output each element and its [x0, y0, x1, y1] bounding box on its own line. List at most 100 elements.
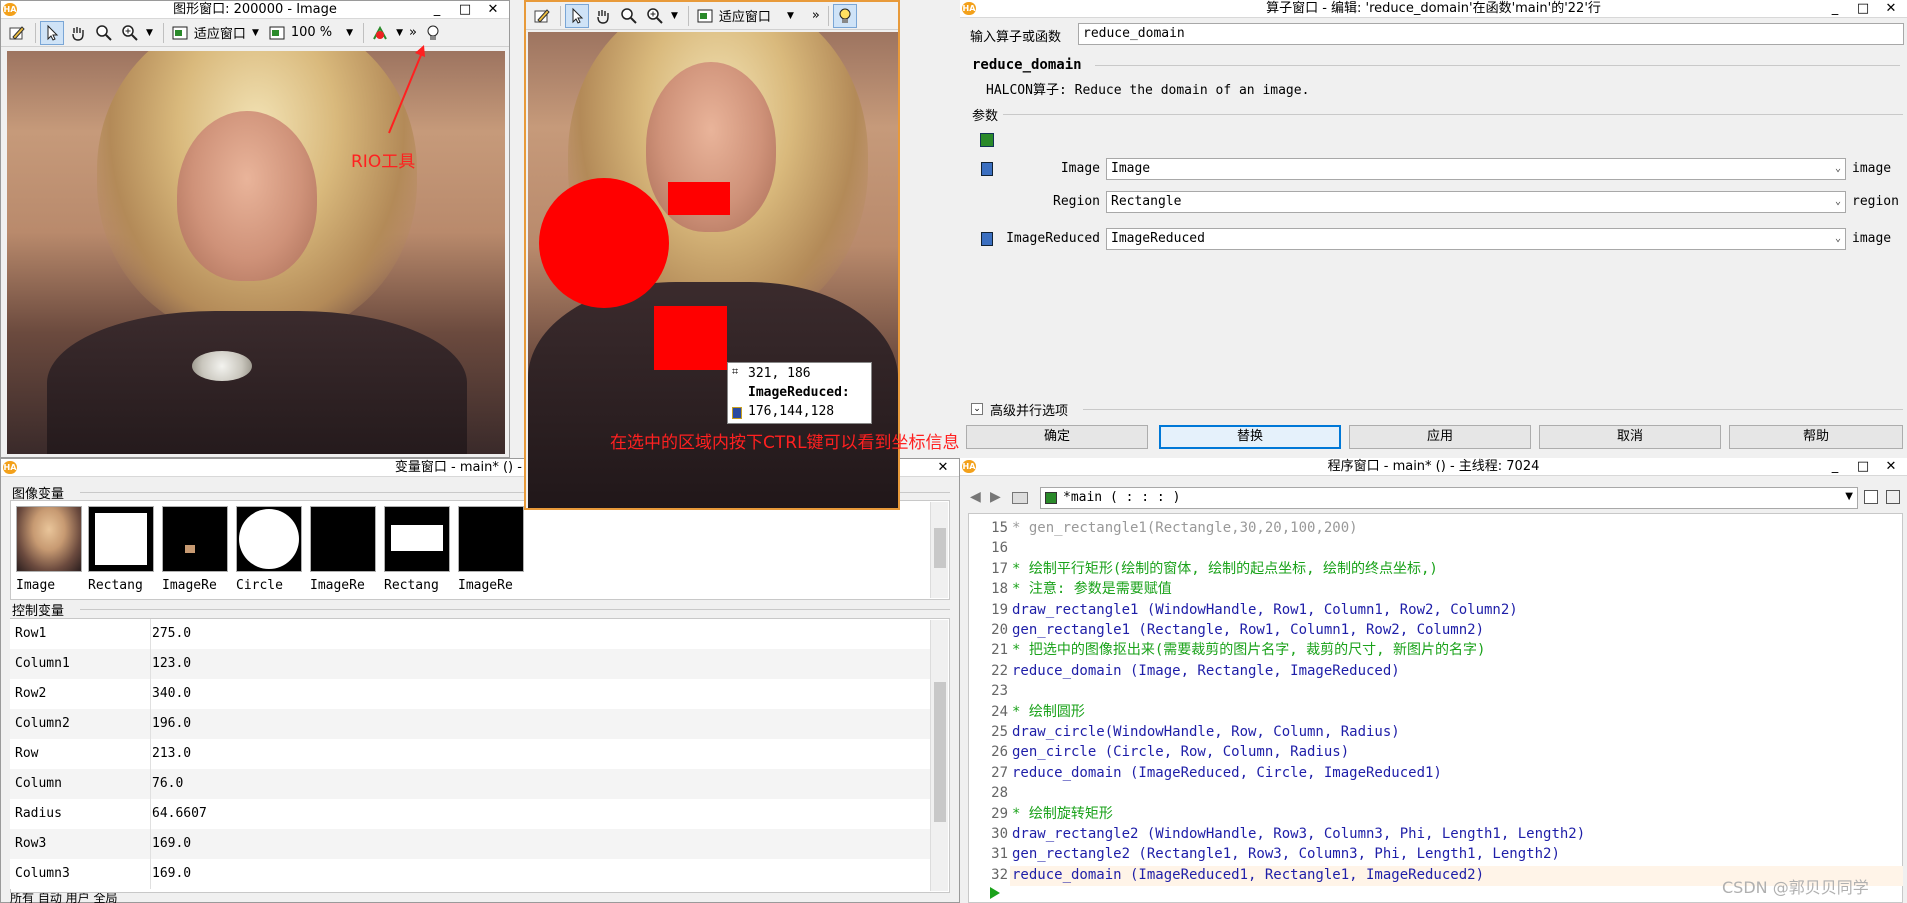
chevron-down-icon[interactable]: ▼	[346, 28, 353, 38]
code-line[interactable]: 30 draw_rectangle2 (WindowHandle, Row3, C…	[982, 824, 1585, 844]
fit-window-label[interactable]: 适应窗口	[194, 23, 246, 42]
iconic-variable-thumb[interactable]: Circle	[236, 506, 302, 596]
zoom-level-icon[interactable]	[265, 21, 289, 45]
iconic-variable-thumb[interactable]: ImageRe	[162, 506, 228, 596]
code-line[interactable]: 25 draw_circle(WindowHandle, Row, Column,…	[982, 722, 1400, 742]
parameter-value: Image	[1111, 161, 1151, 176]
code-line[interactable]: 18 * 注意: 参数是需要赋值	[982, 579, 1172, 599]
operator-input[interactable]: reduce_domain	[1078, 23, 1904, 45]
code-line[interactable]: 23	[982, 681, 1012, 701]
control-variable-row[interactable]: Row 213.0	[10, 739, 930, 769]
chevron-down-icon[interactable]: ▼	[787, 11, 794, 21]
iconic-variable-thumb[interactable]: ImageRe	[310, 506, 376, 596]
control-variable-row[interactable]: Column2 196.0	[10, 709, 930, 739]
code-text: reduce_domain (ImageReduced1, Rectangle1…	[1012, 866, 1485, 883]
code-line[interactable]: 16	[982, 538, 1012, 558]
hand-pan-icon[interactable]	[591, 4, 615, 28]
help-button[interactable]: 帮助	[1729, 425, 1903, 449]
control-variable-row[interactable]: Row2 340.0	[10, 679, 930, 709]
region-rectangle[interactable]	[654, 306, 727, 370]
lightbulb-icon[interactable]	[832, 3, 857, 28]
more-tools-icon[interactable]: »	[812, 8, 820, 23]
fit-window-icon[interactable]	[693, 4, 717, 28]
folder-icon[interactable]	[1012, 492, 1028, 504]
iconic-variable-thumb[interactable]: Rectang	[88, 506, 154, 596]
forward-arrow-icon[interactable]: ▶	[990, 489, 1001, 505]
control-variable-row[interactable]: Row3 169.0	[10, 829, 930, 859]
operator-window-titlebar[interactable]: HA 算子窗口 - 编辑: 'reduce_domain'在函数'main'的'…	[960, 0, 1907, 18]
control-variable-row[interactable]: Column 76.0	[10, 769, 930, 799]
code-line[interactable]: 24 * 绘制圆形	[982, 702, 1085, 722]
edit-pencil-icon[interactable]	[530, 4, 554, 28]
apply-button[interactable]: 应用	[1349, 425, 1531, 449]
operator-window-title: 算子窗口 - 编辑: 'reduce_domain'在函数'main'的'22'…	[1266, 1, 1601, 16]
code-line[interactable]: 27 reduce_domain (ImageReduced, Circle, I…	[982, 763, 1442, 783]
close-button[interactable]: ✕	[1877, 458, 1905, 475]
control-variable-row[interactable]: Radius 64.6607	[10, 799, 930, 829]
variable-name: Row1	[15, 626, 47, 641]
pointer-icon[interactable]	[40, 20, 64, 45]
replace-button[interactable]: 替换	[1159, 425, 1341, 449]
code-line[interactable]: 22 reduce_domain (Image, Rectangle, Image…	[982, 661, 1400, 681]
parameter-value-select[interactable]: ImageReduced ⌄	[1106, 228, 1846, 250]
control-scrollbar[interactable]	[930, 620, 948, 891]
code-line[interactable]: 20 gen_rectangle1 (Rectangle, Row1, Colum…	[982, 620, 1484, 640]
minimize-button[interactable]: _	[1821, 458, 1849, 475]
control-variable-row[interactable]: Column1 123.0	[10, 649, 930, 679]
procedure-selector[interactable]: *main ( : : : ) ▼	[1040, 487, 1858, 509]
edit-pencil-icon[interactable]	[5, 21, 29, 45]
parameter-value-select[interactable]: Image ⌄	[1106, 158, 1846, 180]
iconic-scrollbar[interactable]	[930, 502, 948, 598]
code-line[interactable]: 29 * 绘制旋转矩形	[982, 804, 1113, 824]
code-line[interactable]: 17 * 绘制平行矩形(绘制的窗体, 绘制的起点坐标, 绘制的终点坐标,)	[982, 559, 1438, 579]
thumbnail-label: Rectang	[88, 578, 143, 593]
chevron-down-icon[interactable]: ▼	[252, 28, 259, 38]
ok-button[interactable]: 确定	[966, 425, 1148, 449]
close-button[interactable]: ✕	[479, 1, 507, 18]
cancel-button[interactable]: 取消	[1539, 425, 1721, 449]
control-variable-row[interactable]: Column3 169.0	[10, 859, 930, 889]
chevron-down-icon[interactable]: ▼	[396, 28, 403, 38]
code-line[interactable]: 32 reduce_domain (ImageReduced1, Rectangl…	[982, 865, 1484, 885]
chevron-down-icon[interactable]: ▼	[146, 28, 153, 38]
code-line[interactable]: 21 * 把选中的图像抠出来(需要裁剪的图片名字, 裁剪的尺寸, 新图片的名字)	[982, 640, 1485, 660]
iconic-variable-thumb[interactable]: Rectang	[384, 506, 450, 596]
fit-window-icon[interactable]	[168, 21, 192, 45]
minimize-button[interactable]: _	[1821, 0, 1849, 17]
minimize-button[interactable]: _	[423, 1, 451, 18]
variable-window-tabs[interactable]: 所有 自动 用户 全局	[10, 893, 117, 903]
close-button[interactable]: ✕	[929, 459, 957, 476]
maximize-button[interactable]: □	[1849, 0, 1877, 17]
code-line[interactable]: 26 gen_circle (Circle, Row, Column, Radiu…	[982, 742, 1349, 762]
more-tools-icon[interactable]: »	[409, 25, 417, 40]
region-circle[interactable]	[539, 178, 669, 308]
zoom-in-icon[interactable]	[118, 21, 142, 45]
code-line[interactable]: 19 draw_rectangle1 (WindowHandle, Row1, C…	[982, 600, 1518, 620]
settings-icon[interactable]	[1886, 490, 1900, 504]
iconic-variable-thumb[interactable]: ImageRe	[458, 506, 524, 596]
zoom-in-icon[interactable]	[643, 4, 667, 28]
parameter-value-select[interactable]: Rectangle ⌄	[1106, 191, 1846, 213]
maximize-button[interactable]: □	[451, 1, 479, 18]
control-variable-row[interactable]: Row1 275.0	[10, 619, 930, 649]
magnifier-icon[interactable]	[617, 4, 641, 28]
pointer-icon[interactable]	[565, 3, 589, 28]
program-window-title: 程序窗口 - main* () - 主线程: 7024	[1327, 459, 1540, 474]
advanced-checkbox[interactable]: ⌄	[971, 403, 983, 415]
program-window-titlebar[interactable]: HA 程序窗口 - main* () - 主线程: 7024 _ □ ✕	[960, 458, 1907, 476]
region-rectangle-small[interactable]	[668, 182, 730, 215]
back-arrow-icon[interactable]: ◀	[970, 489, 981, 505]
close-button[interactable]: ✕	[1877, 0, 1905, 17]
iconic-variable-thumb[interactable]: Image	[16, 506, 82, 596]
code-line[interactable]: 15 * gen_rectangle1(Rectangle,30,20,100,2…	[982, 518, 1357, 538]
chevron-down-icon[interactable]: ▼	[671, 11, 678, 21]
hand-pan-icon[interactable]	[66, 21, 90, 45]
code-line[interactable]: 28	[982, 783, 1012, 803]
maximize-button[interactable]: □	[1849, 458, 1877, 475]
magnifier-icon[interactable]	[92, 21, 116, 45]
zoom-level-label[interactable]: 100 %	[291, 25, 332, 40]
copy-icon[interactable]	[1864, 490, 1878, 504]
code-line[interactable]: 31 gen_rectangle2 (Rectangle1, Row3, Colu…	[982, 844, 1560, 864]
graphics-window-titlebar[interactable]: HA 图形窗口: 200000 - Image _ □ ✕	[1, 1, 509, 19]
fit-window-label[interactable]: 适应窗口	[719, 6, 771, 25]
